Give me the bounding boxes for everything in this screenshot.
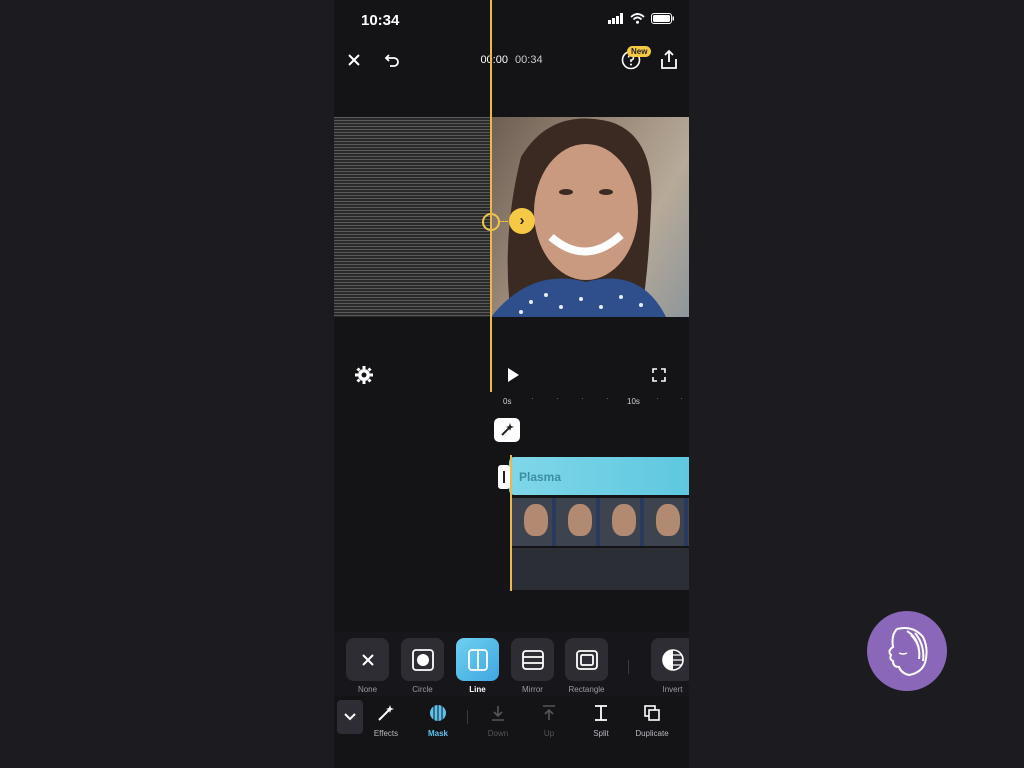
invert-icon (661, 648, 684, 671)
face-logo-icon (888, 627, 928, 677)
phone-screen: 10:34 00:00 00:34 New › 0s 10s · · · · ·… (334, 0, 689, 768)
circle-mask-icon (411, 648, 434, 671)
toolbar-label: Duplicate (635, 729, 669, 738)
mask-option-label: None (357, 685, 378, 694)
mask-option-invert[interactable]: Invert (651, 638, 689, 694)
magic-wand-icon (501, 423, 514, 436)
ruler-dot: · (556, 394, 559, 403)
clip-thumbnail (568, 504, 592, 536)
toolbar-duplicate[interactable]: Duplicate (629, 704, 675, 738)
preview-controls (334, 358, 689, 392)
move-up-icon (543, 705, 555, 720)
time-ruler: 0s 10s · · · · · · (334, 392, 689, 410)
chevron-down-icon (344, 713, 356, 721)
clip-thumbnail (612, 504, 636, 536)
watermark-logo (867, 611, 947, 691)
toolbar-label: Mask (427, 729, 448, 738)
playhead[interactable] (490, 0, 492, 392)
mirror-mask-icon (521, 649, 544, 670)
play-icon[interactable] (506, 367, 520, 383)
status-bar: 10:34 (334, 0, 689, 40)
mask-option-none[interactable]: None (346, 638, 389, 694)
toolbar-label: Down (487, 729, 509, 738)
mask-option-mirror[interactable]: Mirror (511, 638, 554, 694)
x-icon (361, 653, 374, 666)
magic-wand-icon (378, 705, 394, 721)
wifi-icon (630, 13, 645, 24)
clip-trim-handle[interactable] (498, 465, 510, 489)
duplicate-icon (644, 705, 660, 721)
toolbar-down: Down (475, 704, 521, 738)
share-icon[interactable] (660, 50, 678, 70)
toolbar-label: Up (543, 729, 555, 738)
plasma-effect-area (334, 117, 491, 317)
total-time: 00:34 (515, 54, 543, 66)
effect-clip-label: Plasma (519, 470, 562, 484)
mask-option-label: Rectangle (568, 685, 605, 694)
fullscreen-icon[interactable] (652, 368, 666, 382)
clip-thumbnail (524, 504, 548, 536)
mask-icon (430, 705, 446, 721)
timeline-cursor (510, 455, 512, 591)
clip-thumbnail (656, 504, 680, 536)
status-time: 10:34 (361, 12, 400, 29)
mask-option-label: Invert (662, 685, 683, 694)
move-down-icon (492, 706, 504, 721)
mask-feather-handle[interactable]: › (509, 208, 535, 234)
system-icons (608, 13, 675, 24)
effect-clip[interactable]: Plasma (509, 457, 689, 495)
ruler-dot: · (606, 394, 609, 403)
effect-marker-button[interactable] (494, 418, 520, 442)
ruler-tick-0s: 0s (503, 397, 512, 406)
divider (467, 710, 468, 724)
ruler-dot: · (680, 394, 683, 403)
ruler-dot: · (531, 394, 534, 403)
mask-option-rectangle[interactable]: Rectangle (565, 638, 608, 694)
empty-track (512, 548, 689, 590)
signal-icon (608, 13, 623, 24)
toolbar-split[interactable]: Split (578, 704, 624, 738)
collapse-button[interactable] (337, 700, 363, 734)
ruler-dot: · (656, 394, 659, 403)
rectangle-mask-icon (575, 649, 598, 670)
toolbar-mask[interactable]: Mask (415, 704, 461, 738)
battery-icon (651, 13, 674, 24)
mask-option-label: Mirror (522, 685, 543, 694)
mask-option-label: Circle (412, 685, 433, 694)
toolbar-label: Split (593, 729, 609, 738)
divider (628, 660, 629, 674)
toolbar-effects[interactable]: Effects (363, 704, 409, 738)
line-mask-icon (467, 648, 488, 671)
ruler-tick-10s: 10s (627, 397, 640, 406)
mask-option-line[interactable]: Line (456, 638, 499, 694)
settings-icon[interactable] (355, 366, 373, 384)
video-clip[interactable] (512, 498, 689, 546)
toolbar-up: Up (526, 704, 572, 738)
current-time: 00:00 (480, 54, 508, 66)
mask-option-circle[interactable]: Circle (401, 638, 444, 694)
toolbar-label: Effects (373, 729, 399, 738)
split-icon (595, 705, 607, 721)
ruler-dot: · (581, 394, 584, 403)
mask-option-label: Line (469, 685, 486, 694)
new-badge: New (627, 46, 652, 57)
